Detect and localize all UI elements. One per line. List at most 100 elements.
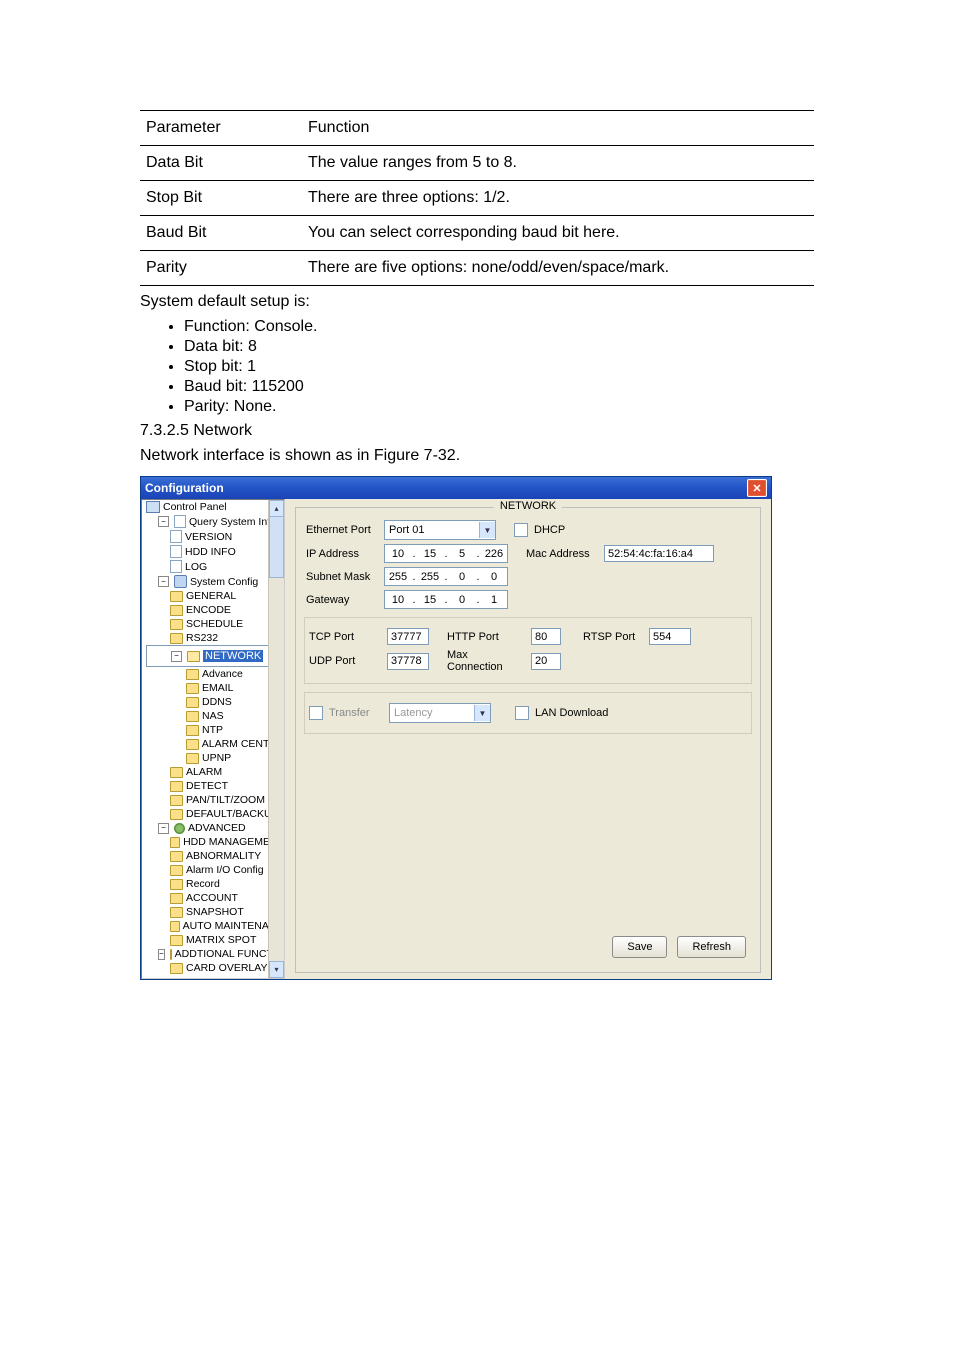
tree-item[interactable]: DEFAULT/BACKUP (186, 808, 279, 820)
subnet-mask-input[interactable]: 255. 255. 0. 0 (384, 567, 508, 586)
folder-icon (170, 907, 183, 918)
list-item: Data bit: 8 (184, 338, 814, 356)
http-port-input[interactable] (531, 628, 561, 645)
cell-func: There are three options: 1/2. (302, 181, 814, 216)
collapse-icon[interactable]: − (158, 823, 169, 834)
collapse-icon[interactable]: − (158, 949, 165, 960)
udp-port-label: UDP Port (309, 655, 381, 667)
folder-icon (170, 809, 183, 820)
ip-address-label: IP Address (306, 548, 378, 560)
udp-port-input[interactable] (387, 653, 429, 670)
cell-func: You can select corresponding baud bit he… (302, 216, 814, 251)
tree-item[interactable]: CARD OVERLAY (186, 962, 268, 974)
folder-icon (170, 633, 183, 644)
refresh-button[interactable]: Refresh (677, 936, 746, 958)
save-button[interactable]: Save (612, 936, 667, 958)
tree-item[interactable]: Advance (202, 668, 243, 680)
transfer-label: Transfer (329, 707, 383, 719)
scroll-thumb[interactable] (269, 516, 284, 578)
tree-item[interactable]: LOG (185, 561, 207, 573)
default-setup-list: Function: Console. Data bit: 8 Stop bit:… (140, 318, 814, 416)
cell-func: There are five options: none/odd/even/sp… (302, 251, 814, 286)
tree-item[interactable]: ALARM (186, 766, 222, 778)
nav-tree[interactable]: Control Panel − Query System Info VERSION… (141, 499, 285, 979)
cell-param: Baud Bit (140, 216, 302, 251)
tree-item[interactable]: EMAIL (202, 682, 234, 694)
rtsp-port-input[interactable] (649, 628, 691, 645)
tree-item[interactable]: GENERAL (186, 590, 236, 602)
list-item: Baud bit: 115200 (184, 378, 814, 396)
tree-item[interactable]: Alarm I/O Config (186, 864, 264, 876)
ethernet-port-label: Ethernet Port (306, 524, 378, 536)
tree-item[interactable]: NAS (202, 710, 224, 722)
th-function: Function (302, 111, 814, 146)
tree-item[interactable]: MATRIX SPOT (186, 934, 256, 946)
tcp-port-input[interactable] (387, 628, 429, 645)
scroll-up-icon[interactable]: ▴ (269, 500, 284, 517)
tree-item[interactable]: ENCODE (186, 604, 231, 616)
tree-item[interactable]: PAN/TILT/ZOOM (186, 794, 265, 806)
cell-func: The value ranges from 5 to 8. (302, 146, 814, 181)
tree-item[interactable]: DETECT (186, 780, 228, 792)
mac-address-input[interactable] (604, 545, 714, 562)
chevron-down-icon: ▼ (474, 705, 490, 721)
lan-download-checkbox[interactable] (515, 706, 529, 720)
collapse-icon[interactable]: − (171, 651, 182, 662)
collapse-icon[interactable]: − (158, 576, 169, 587)
ethernet-port-select[interactable]: Port 01 ▼ (384, 520, 496, 540)
tree-item[interactable]: System Config (190, 576, 258, 588)
folder-icon (170, 935, 183, 946)
folder-icon (170, 605, 183, 616)
transfer-checkbox[interactable] (309, 706, 323, 720)
tree-item[interactable]: Query System Info (189, 516, 276, 528)
tree-item[interactable]: RS232 (186, 632, 218, 644)
panel-title: NETWORK (494, 500, 562, 512)
tools-icon (174, 575, 187, 588)
subnet-mask-label: Subnet Mask (306, 571, 378, 583)
tree-item[interactable]: Record (186, 878, 220, 890)
chevron-down-icon[interactable]: ▼ (479, 522, 495, 538)
folder-icon (170, 837, 180, 848)
list-item: Parity: None. (184, 398, 814, 416)
folder-icon (174, 515, 186, 528)
folder-icon (170, 767, 183, 778)
folder-icon (186, 697, 199, 708)
parameter-table: Parameter Function Data BitThe value ran… (140, 110, 814, 286)
rtsp-port-label: RTSP Port (583, 631, 643, 643)
folder-icon (170, 893, 183, 904)
folder-icon (186, 739, 199, 750)
tree-item[interactable]: SCHEDULE (186, 618, 243, 630)
dhcp-checkbox[interactable] (514, 523, 528, 537)
list-item: Function: Console. (184, 318, 814, 336)
scroll-down-icon[interactable]: ▾ (269, 961, 284, 978)
folder-icon (170, 963, 183, 974)
tree-item[interactable]: HDD INFO (185, 546, 236, 558)
list-item: Stop bit: 1 (184, 358, 814, 376)
lan-download-label: LAN Download (535, 707, 608, 719)
folder-icon (186, 711, 199, 722)
tree-item[interactable]: ACCOUNT (186, 892, 238, 904)
gateway-input[interactable]: 10. 15. 0. 1 (384, 590, 508, 609)
max-connection-input[interactable] (531, 653, 561, 670)
ip-address-input[interactable]: 10. 15. 5. 226 (384, 544, 508, 563)
tree-item[interactable]: ABNORMALITY (186, 850, 261, 862)
tree-item[interactable]: VERSION (185, 531, 232, 543)
collapse-icon[interactable]: − (158, 516, 169, 527)
tree-item[interactable]: UPNP (202, 752, 231, 764)
latency-select: Latency ▼ (389, 703, 491, 723)
section-heading: 7.3.2.5 Network (140, 422, 814, 440)
tree-item[interactable]: NTP (202, 724, 223, 736)
window-titlebar[interactable]: Configuration ✕ (141, 477, 771, 499)
tree-item[interactable]: DDNS (202, 696, 232, 708)
folder-icon (186, 725, 199, 736)
tree-scrollbar[interactable]: ▴ ▾ (268, 500, 284, 978)
folder-icon (170, 781, 183, 792)
folder-open-icon (187, 651, 200, 662)
folder-icon (186, 753, 199, 764)
tree-root[interactable]: Control Panel (163, 501, 227, 513)
tree-item[interactable]: ADVANCED (188, 822, 246, 834)
tree-item-selected[interactable]: NETWORK (203, 650, 263, 662)
close-icon[interactable]: ✕ (747, 479, 767, 497)
tree-item[interactable]: SNAPSHOT (186, 906, 244, 918)
folder-icon (170, 949, 172, 960)
